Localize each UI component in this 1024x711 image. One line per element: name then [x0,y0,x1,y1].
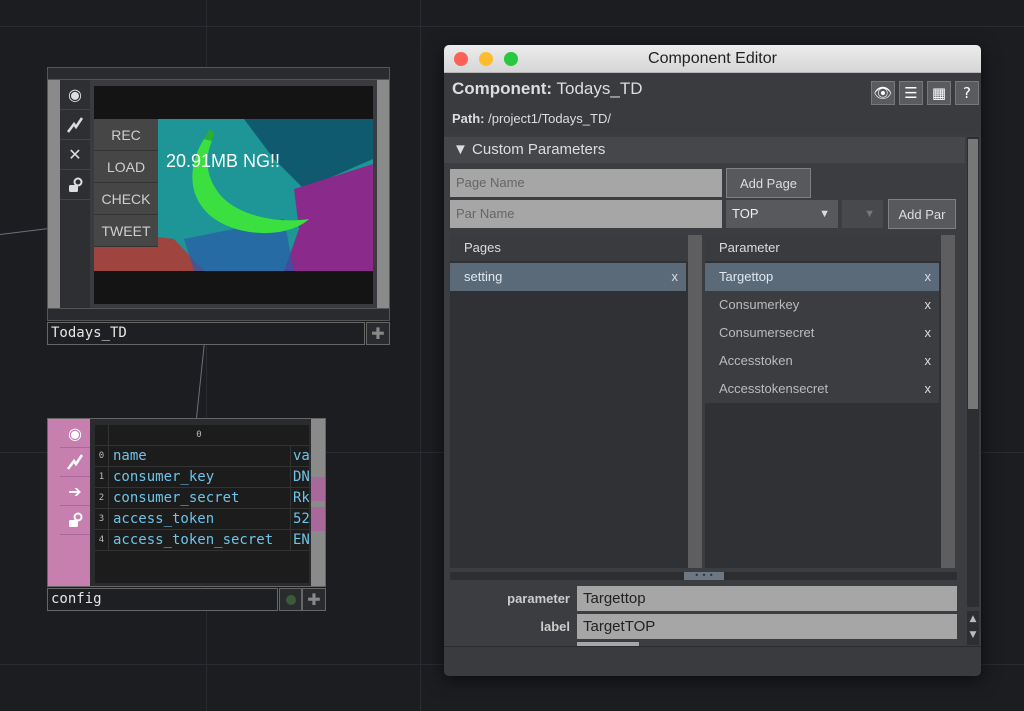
load-button[interactable]: LOAD [94,151,158,183]
output-tab[interactable] [311,477,325,501]
window-title: Component Editor [648,50,777,67]
dat-header-row: 0 [95,425,309,446]
pages-panel: Pages setting x [450,235,702,568]
remove-page-button[interactable]: x [672,263,679,291]
par-type-dropdown[interactable]: TOP ▼ [726,200,838,228]
tweet-button[interactable]: TWEET [94,215,158,247]
parameter-name-field[interactable]: Targettop [577,586,957,611]
editor-header: Component: Todays_TD Path: /project1/Tod… [444,73,981,135]
parameter-header: Parameter [705,235,955,261]
par-style-dropdown[interactable]: ▼ [842,200,883,228]
component-path: /project1/Todays_TD/ [488,111,611,126]
table-row[interactable]: 3 access_token 52 [95,509,309,530]
lock-icon[interactable] [60,170,90,200]
node-viewer[interactable]: REC LOAD CHECK TWEET 20.91MB NG!! [94,86,373,304]
parameter-prop-label: parameter [507,591,570,606]
chevron-down-icon: ▼ [819,208,830,220]
page-item-setting[interactable]: setting x [450,263,686,291]
splitter-grip-icon[interactable]: • • • [684,572,724,580]
file-size-status: 20.91MB NG!! [166,151,281,171]
remove-parameter-button[interactable]: x [925,375,932,403]
label-field[interactable]: TargetTOP [577,614,957,639]
viewer-icon[interactable]: ◉ [60,419,90,448]
page-name-input[interactable]: Page Name [450,169,722,197]
node-name-field[interactable]: Todays_TD [47,322,365,345]
grid-icon[interactable]: ▦ [927,81,951,105]
component-name: Todays_TD [556,79,643,98]
table-row[interactable]: 2 consumer_secret Rk [95,488,309,509]
properties-scrollbar[interactable]: ▲ ▼ [967,611,979,645]
viewer-icon[interactable]: ◉ [60,80,90,110]
par-name-input[interactable]: Par Name [450,200,722,228]
parameter-item[interactable]: Targettop x [705,263,939,291]
node-input-connector[interactable] [48,419,60,586]
remove-parameter-button[interactable]: x [925,347,932,375]
node-side-toolbar: ◉ ✕ [60,80,90,308]
component-heading: Component: Todays_TD [452,79,643,98]
dat-table[interactable]: 0 0 name va 1 consumer_key DN 2 consumer… [95,425,309,583]
node-output-connector[interactable] [377,80,389,320]
bypass-icon[interactable] [60,110,90,140]
table-row[interactable]: 0 name va [95,446,309,467]
top-node-todays-td[interactable]: ◉ ✕ REC LOAD CHECK TWEET 20.91MB NG!! [47,67,390,321]
scroll-up-icon[interactable]: ▲ [967,611,979,627]
scroll-down-icon[interactable]: ▼ [967,627,979,643]
table-row[interactable]: 1 consumer_key DN [95,467,309,488]
parameter-item[interactable]: Accesstokensecret x [705,375,939,403]
table-row[interactable]: 4 access_token_secret EN [95,530,309,551]
node-side-toolbar: ◉ ➔ [60,419,90,586]
close-icon[interactable]: ✕ [60,140,90,170]
parameter-item[interactable]: Consumerkey x [705,291,939,319]
rec-button[interactable]: REC [94,119,158,151]
help-icon[interactable]: ? [955,81,979,105]
custom-parameters-section[interactable]: ▼ Custom Parameters [444,137,965,163]
parameter-item[interactable]: Consumersecret x [705,319,939,347]
remove-parameter-button[interactable]: x [925,263,932,291]
panel-splitter[interactable]: • • • [450,572,957,580]
arrow-right-icon[interactable]: ➔ [60,477,90,506]
chevron-down-icon: ▼ [864,208,875,220]
editor-scrollbar[interactable] [967,137,979,607]
node-name-field[interactable]: config [47,588,278,611]
label-prop-label: label [540,619,570,634]
lock-icon[interactable] [60,506,90,535]
node-input-connector[interactable] [48,80,60,320]
output-tab[interactable] [311,507,325,531]
component-editor-window: Component Editor Component: Todays_TD Pa… [444,45,981,676]
pages-header: Pages [450,235,702,261]
parameter-panel: Parameter Targettop x Consumerkey x Consum… [705,235,955,568]
list-icon[interactable]: ☰ [899,81,923,105]
node-expand-icon[interactable]: ✚ [366,322,390,345]
window-titlebar[interactable]: Component Editor [444,45,981,73]
check-button[interactable]: CHECK [94,183,158,215]
pages-scrollbar[interactable] [688,235,702,568]
eye-icon[interactable]: 👁 [871,81,895,105]
dat-column-header: 0 [196,430,202,440]
remove-parameter-button[interactable]: x [925,319,932,347]
bypass-icon[interactable] [60,448,90,477]
dat-node-config[interactable]: ◉ ➔ 0 0 name va 1 consumer_key DN 2 cons… [47,418,326,587]
node-expand-icon[interactable]: ✚ [302,588,326,611]
add-par-button[interactable]: Add Par [888,199,956,229]
remove-parameter-button[interactable]: x [925,291,932,319]
node-output-connector[interactable] [311,419,325,586]
path-heading: Path: /project1/Todays_TD/ [452,111,611,126]
parameter-scrollbar[interactable] [941,235,955,568]
add-page-button[interactable]: Add Page [726,168,811,198]
parameter-item[interactable]: Accesstoken x [705,347,939,375]
node-status-indicator [279,588,302,611]
editor-footer [444,646,981,676]
